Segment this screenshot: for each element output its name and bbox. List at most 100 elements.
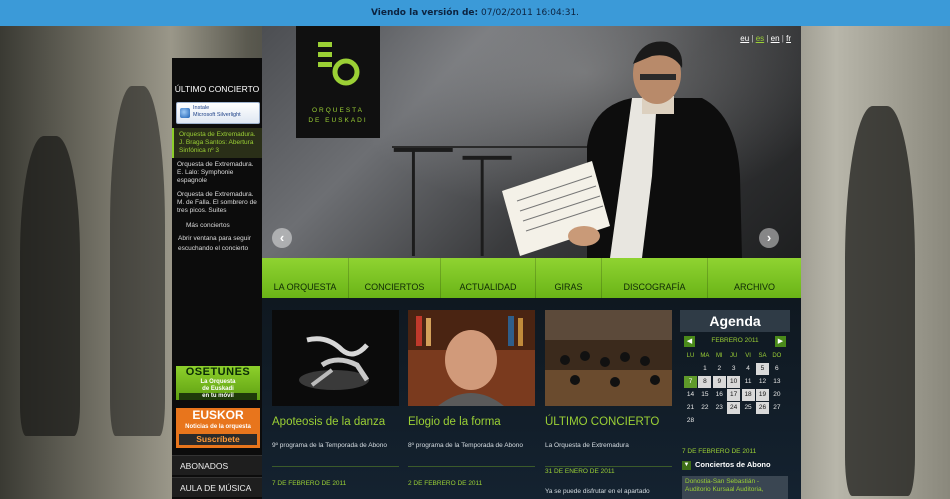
calendar-grid: LU MA MI JU VI SA DO 1 2 3 4 5 6 7 8 9 10 11 12 13 14 15 16 17 1…: [684, 350, 788, 428]
calendar-day[interactable]: 19: [755, 389, 769, 401]
calendar-dow: SA: [758, 353, 767, 359]
abono-section-label: Conciertos de Abono: [695, 460, 771, 469]
expand-icon: ▼: [682, 460, 691, 470]
news-thumbnail-dance[interactable]: [272, 310, 399, 406]
calendar-prev-icon[interactable]: ◀: [684, 336, 695, 347]
calendar-day[interactable]: 11: [742, 376, 755, 388]
calendar-day[interactable]: 13: [770, 376, 783, 388]
lang-es[interactable]: es: [756, 34, 764, 43]
nav-actualidad[interactable]: ACTUALIDAD: [441, 258, 536, 298]
euskor-banner[interactable]: EUSKOR Noticias de la orquesta Suscríbet…: [176, 408, 260, 448]
concert-list: Orquesta de Extremadura. J. Braga Santos…: [172, 128, 262, 256]
calendar-day[interactable]: 21: [684, 402, 697, 414]
abonados-link[interactable]: ABONADOS: [172, 455, 262, 475]
calendar-day: [698, 415, 711, 427]
news-title[interactable]: Apoteosis de la danza: [272, 416, 385, 428]
calendar-day[interactable]: 15: [698, 389, 711, 401]
concert-item[interactable]: Orquesta de Extremadura. M. de Falla. El…: [172, 188, 262, 218]
abono-event[interactable]: Donostia-San Sebastián - Auditorio Kursa…: [682, 476, 788, 499]
background-figure: [20, 136, 80, 436]
lang-fr[interactable]: fr: [786, 34, 791, 43]
nav-la-orquesta[interactable]: LA ORQUESTA: [262, 258, 349, 298]
calendar-day[interactable]: 4: [742, 363, 755, 375]
news-thumbnail-orchestra[interactable]: [545, 310, 672, 406]
osetunes-title: OSETUNES: [185, 366, 251, 378]
calendar-day: [770, 415, 783, 427]
news-extra: Ya se puede disfrutar en el apartado: [545, 488, 650, 495]
calendar-week: 28: [684, 415, 788, 428]
lang-en[interactable]: en: [771, 34, 780, 43]
calendar-day[interactable]: 24: [727, 402, 741, 414]
calendar-day[interactable]: 28: [684, 415, 697, 427]
calendar-day[interactable]: 17: [727, 389, 741, 401]
news-thumbnail-portrait[interactable]: [408, 310, 535, 406]
portrait-photo: [408, 310, 535, 406]
calendar-day[interactable]: 10: [727, 376, 741, 388]
calendar-day[interactable]: 7: [684, 376, 697, 388]
news-summary: La Orquesta de Extremadura: [545, 442, 629, 449]
news-divider: [408, 466, 535, 467]
calendar-day[interactable]: 6: [770, 363, 783, 375]
calendar-day[interactable]: 18: [741, 389, 755, 401]
more-concerts-link[interactable]: Más conciertos: [172, 218, 262, 231]
calendar-next-icon[interactable]: ▶: [775, 336, 786, 347]
calendar-day[interactable]: 23: [713, 402, 726, 414]
calendar-day[interactable]: 27: [770, 402, 783, 414]
nav-conciertos[interactable]: CONCIERTOS: [349, 258, 441, 298]
silverlight-install-button[interactable]: Instale Microsoft Silverlight: [176, 102, 260, 124]
aula-de-musica-link[interactable]: AULA DE MÚSICA: [172, 477, 262, 497]
carousel-prev-button[interactable]: ‹: [272, 228, 292, 248]
concert-item[interactable]: Orquesta de Extremadura. E. Lalo: Sympho…: [172, 158, 262, 188]
calendar-day[interactable]: 12: [756, 376, 769, 388]
background-figure: [110, 86, 165, 436]
calendar-day[interactable]: 1: [698, 363, 711, 375]
calendar-day[interactable]: 2: [713, 363, 726, 375]
news-summary: 9º programa de la Temporada de Abono: [272, 442, 388, 449]
logo-line1: ORQUESTA: [312, 107, 364, 114]
calendar-month: FEBRERO 2011: [711, 337, 759, 344]
language-selector: eu | es | en | fr: [740, 34, 791, 43]
abono-section-header[interactable]: ▼ Conciertos de Abono: [682, 460, 788, 472]
open-window-link[interactable]: Abrir ventana para seguir escuchando el …: [172, 231, 262, 256]
calendar-day[interactable]: 16: [713, 389, 726, 401]
euskor-subscribe: Suscríbete: [179, 434, 257, 445]
orquesta-logo-icon: [318, 42, 360, 86]
calendar-day[interactable]: 8: [698, 376, 712, 388]
concert-item[interactable]: Orquesta de Extremadura. J. Braga Santos…: [172, 128, 262, 158]
logo-line2: DE EUSKADI: [308, 117, 368, 124]
silverlight-line1: Instale: [193, 105, 210, 111]
calendar-day[interactable]: 26: [755, 402, 769, 414]
silverlight-line2: Microsoft Silverlight: [193, 112, 241, 118]
calendar-week: 7 8 9 10 11 12 13: [684, 376, 788, 389]
news-title[interactable]: Elogio de la forma: [408, 416, 501, 428]
calendar-day[interactable]: 5: [755, 363, 769, 375]
calendar-week: 21 22 23 24 25 26 27: [684, 402, 788, 415]
nav-discografia[interactable]: DISCOGRAFÍA: [602, 258, 708, 298]
calendar-day[interactable]: 25: [742, 402, 755, 414]
nav-giras[interactable]: GIRAS: [536, 258, 602, 298]
news-divider: [545, 466, 672, 467]
sidebar: ÚLTIMO CONCIERTO Instale Microsoft Silve…: [172, 58, 262, 499]
agenda-title: Agenda: [680, 310, 790, 332]
wayback-date: 07/02/2011 16:04:31.: [481, 8, 580, 18]
news-title[interactable]: ÚLTIMO CONCIERTO: [545, 416, 659, 428]
calendar-day[interactable]: 22: [698, 402, 711, 414]
calendar-day: [713, 415, 726, 427]
euskor-subtitle: Noticias de la orquesta: [185, 424, 251, 430]
osetunes-banner[interactable]: OSETUNES La Orquesta de Euskadi en tu mó…: [176, 366, 260, 400]
conductor-photo: [502, 41, 742, 258]
logo-text: ORQUESTA DE EUSKADI: [296, 106, 380, 126]
orquesta-logo[interactable]: ORQUESTA DE EUSKADI: [296, 26, 380, 138]
carousel-next-button[interactable]: ›: [759, 228, 779, 248]
news-summary: 8º programa de la Temporada de Abono: [408, 442, 524, 449]
calendar-header: ◀ FEBRERO 2011 ▶: [684, 336, 786, 348]
main-nav: LA ORQUESTA CONCIERTOS ACTUALIDAD GIRAS …: [262, 258, 801, 298]
calendar-day[interactable]: 9: [712, 376, 726, 388]
calendar-day[interactable]: 20: [770, 389, 783, 401]
nav-archivo[interactable]: ARCHIVO: [708, 258, 801, 298]
calendar-day[interactable]: 3: [727, 363, 740, 375]
lang-eu[interactable]: eu: [740, 34, 749, 43]
calendar-dow: LU: [686, 353, 695, 359]
calendar-dow: DO: [772, 353, 782, 359]
calendar-day[interactable]: 14: [684, 389, 697, 401]
